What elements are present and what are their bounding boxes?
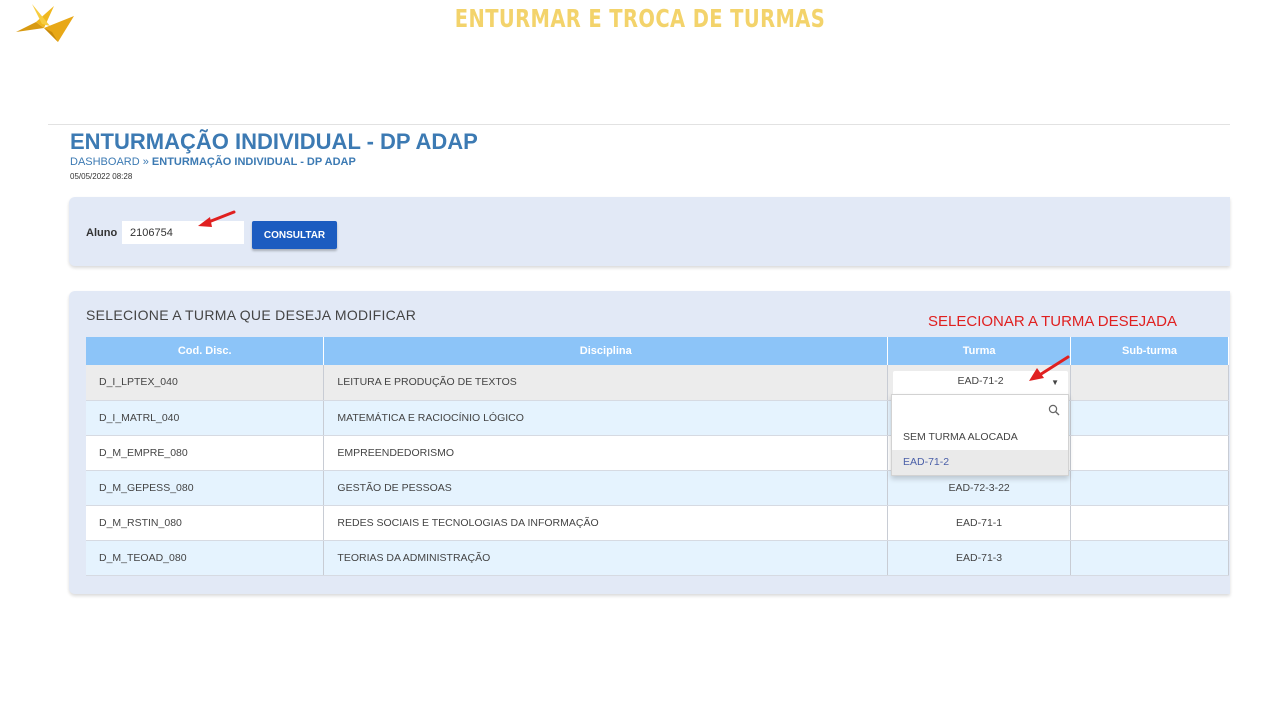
red-arrow-icon <box>1029 355 1070 381</box>
consultar-button[interactable]: CONSULTAR <box>252 221 337 249</box>
slide-title: ENTURMAR E TROCA DE TURMAS <box>454 4 826 33</box>
dropdown-option-ead-71-2[interactable]: EAD-71-2 <box>892 450 1068 475</box>
cell-subturma <box>1070 540 1229 576</box>
cell-discipline: TEORIAS DA ADMINISTRAÇÃO <box>323 540 889 576</box>
cell-code: D_M_GEPESS_080 <box>86 470 325 506</box>
table-row: D_M_RSTIN_080 REDES SOCIAIS E TECNOLOGIA… <box>86 505 1229 541</box>
header-sub-turma[interactable]: Sub-turma <box>1070 337 1229 365</box>
breadcrumb-home-link[interactable]: DASHBOARD <box>70 156 140 168</box>
cell-turma[interactable]: EAD-71-3 <box>887 540 1072 576</box>
header-cod-disc[interactable]: Cod. Disc. <box>86 337 325 365</box>
dropdown-option-sem-turma[interactable]: SEM TURMA ALOCADA <box>892 425 1068 450</box>
aluno-label: Aluno <box>86 227 118 239</box>
cell-subturma <box>1070 505 1229 541</box>
cell-subturma <box>1070 435 1229 471</box>
cell-discipline: MATEMÁTICA E RACIOCÍNIO LÓGICO <box>323 400 889 436</box>
search-icon <box>1048 404 1060 416</box>
table-row: D_M_TEOAD_080 TEORIAS DA ADMINISTRAÇÃO E… <box>86 540 1229 576</box>
red-arrow-icon <box>198 210 236 227</box>
cell-code: D_M_TEOAD_080 <box>86 540 325 576</box>
cell-code: D_I_MATRL_040 <box>86 400 325 436</box>
section-title: SELECIONE A TURMA QUE DESEJA MODIFICAR <box>86 307 417 323</box>
header-divider <box>48 124 1230 125</box>
breadcrumb-separator: » <box>139 156 152 168</box>
cell-discipline: LEITURA E PRODUÇÃO DE TEXTOS <box>323 365 889 401</box>
origami-bird-logo <box>16 4 74 42</box>
cell-code: D_M_EMPRE_080 <box>86 435 325 471</box>
timestamp: 05/05/2022 08:28 <box>70 172 133 181</box>
cell-discipline: REDES SOCIAIS E TECNOLOGIAS DA INFORMAÇÃ… <box>323 505 889 541</box>
turma-select-value: EAD-71-2 <box>957 375 1004 387</box>
cell-subturma <box>1070 365 1229 401</box>
breadcrumb-current: ENTURMAÇÃO INDIVIDUAL - DP ADAP <box>151 156 356 168</box>
dropdown-search[interactable] <box>892 395 1068 425</box>
annotation-text: SELECIONAR A TURMA DESEJADA <box>928 313 1177 330</box>
page-title: ENTURMAÇÃO INDIVIDUAL - DP ADAP <box>70 129 478 154</box>
cell-code: D_M_RSTIN_080 <box>86 505 325 541</box>
cell-discipline: GESTÃO DE PESSOAS <box>323 470 889 506</box>
breadcrumb: DASHBOARD » ENTURMAÇÃO INDIVIDUAL - DP A… <box>70 156 356 168</box>
cell-turma[interactable]: EAD-71-1 <box>887 505 1072 541</box>
cell-subturma <box>1070 400 1229 436</box>
cell-code: D_I_LPTEX_040 <box>86 365 325 401</box>
header-disciplina[interactable]: Disciplina <box>323 337 889 365</box>
cell-subturma <box>1070 470 1229 506</box>
cell-discipline: EMPREENDEDORISMO <box>323 435 889 471</box>
search-panel: Aluno CONSULTAR <box>69 197 1230 266</box>
turma-dropdown: SEM TURMA ALOCADA EAD-71-2 <box>891 394 1069 476</box>
